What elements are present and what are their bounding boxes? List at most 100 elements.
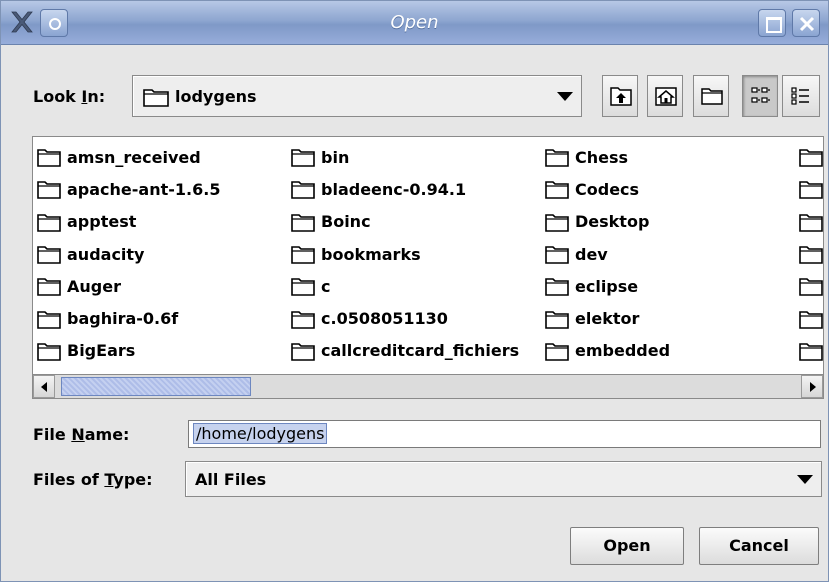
- look-in-value: lodygens: [175, 87, 257, 106]
- folder-icon: [37, 147, 61, 167]
- folder-icon: [545, 179, 569, 200]
- folder-icon: [37, 276, 61, 297]
- folder-icon: [291, 276, 315, 297]
- folder-item-label: BigEars: [67, 341, 136, 361]
- folder-icon: [37, 309, 61, 329]
- folder-item[interactable]: bladeenc-0.94.1: [287, 173, 545, 205]
- folder-item[interactable]: [795, 335, 823, 367]
- folder-icon: [799, 244, 823, 264]
- look-in-label-suffix: n:: [87, 87, 106, 106]
- folder-icon: [545, 341, 569, 361]
- folder-item[interactable]: bin: [287, 141, 545, 173]
- close-button[interactable]: [792, 9, 820, 37]
- list-view-button[interactable]: [742, 75, 778, 117]
- chevron-down-icon: [797, 475, 813, 484]
- cancel-button[interactable]: Cancel: [699, 527, 819, 565]
- details-view-button[interactable]: [782, 75, 820, 117]
- folder-icon: [799, 212, 823, 232]
- folder-item-label: Codecs: [575, 179, 640, 199]
- file-type-label: Files of Type:: [33, 470, 153, 489]
- folder-item[interactable]: Desktop: [541, 206, 796, 238]
- folder-icon: [545, 147, 569, 167]
- maximize-button[interactable]: [758, 9, 786, 37]
- folder-item[interactable]: [795, 173, 823, 205]
- folder-icon: [545, 276, 569, 297]
- home-button[interactable]: [647, 75, 683, 117]
- folder-item-label: audacity: [67, 244, 145, 264]
- folder-icon: [799, 276, 823, 297]
- folder-icon: [291, 179, 315, 200]
- file-name-input[interactable]: /home/lodygens: [188, 420, 821, 448]
- folder-item[interactable]: bookmarks: [287, 238, 545, 270]
- folder-icon: [545, 309, 569, 329]
- folder-item[interactable]: apache-ant-1.6.5: [33, 173, 288, 205]
- folder-icon: [37, 244, 61, 264]
- folder-item-label: eclipse: [575, 276, 639, 296]
- folder-item-label: amsn_received: [67, 147, 201, 167]
- folder-item[interactable]: BigEars: [33, 335, 288, 367]
- folder-icon: [291, 341, 315, 361]
- folder-item[interactable]: Boinc: [287, 206, 545, 238]
- file-name-label-prefix: File: [33, 425, 72, 444]
- folder-item[interactable]: Chess: [541, 141, 796, 173]
- new-folder-button[interactable]: [693, 75, 729, 117]
- file-type-label-suffix: ype:: [113, 470, 153, 489]
- title-bar[interactable]: Open: [1, 1, 828, 45]
- folder-item[interactable]: [795, 302, 823, 334]
- folder-item[interactable]: c: [287, 270, 545, 302]
- folder-item-label: embedded: [575, 341, 671, 361]
- folder-item[interactable]: apptest: [33, 206, 288, 238]
- folder-item-label: elektor: [575, 309, 640, 329]
- file-list-column: amsn_received apache-ant-1.6.5 apptest auda…: [33, 141, 288, 367]
- folder-item-label: baghira-0.6f: [67, 309, 179, 329]
- folder-item[interactable]: embedded: [541, 335, 796, 367]
- scroll-left-button[interactable]: [33, 375, 55, 398]
- folder-item[interactable]: [795, 141, 823, 173]
- scroll-right-button[interactable]: [801, 375, 823, 398]
- file-name-value: /home/lodygens: [193, 423, 328, 444]
- folder-icon: [37, 341, 61, 361]
- file-list-column: Chess Codecs Desktop dev eclipse elektor embed…: [541, 141, 796, 367]
- up-one-level-button[interactable]: [602, 75, 638, 117]
- folder-item[interactable]: Codecs: [541, 173, 796, 205]
- file-list-column-partial: [795, 141, 823, 367]
- open-button[interactable]: Open: [570, 527, 684, 565]
- folder-item[interactable]: [795, 238, 823, 270]
- folder-item[interactable]: eclipse: [541, 270, 796, 302]
- horizontal-scrollbar[interactable]: [32, 374, 824, 399]
- folder-item-label: Boinc: [321, 212, 371, 232]
- file-list-column: bin bladeenc-0.94.1 Boinc bookmarks c c.05080…: [287, 141, 545, 367]
- look-in-label-prefix: Look: [33, 87, 82, 106]
- folder-item[interactable]: audacity: [33, 238, 288, 270]
- folder-item-label: c: [321, 276, 331, 296]
- folder-item-label: Desktop: [575, 212, 650, 232]
- folder-item[interactable]: [795, 206, 823, 238]
- open-dialog: Open Look In: lodygens amsn_received apa…: [0, 0, 829, 582]
- folder-item[interactable]: [795, 270, 823, 302]
- file-name-label: File Name:: [33, 425, 129, 444]
- file-type-value: All Files: [195, 470, 267, 489]
- file-type-combobox[interactable]: All Files: [185, 461, 822, 497]
- folder-item[interactable]: dev: [541, 238, 796, 270]
- folder-item[interactable]: c.0508051130: [287, 302, 545, 334]
- folder-item[interactable]: callcreditcard_fichiers: [287, 335, 545, 367]
- folder-item-label: dev: [575, 244, 608, 264]
- folder-icon: [37, 212, 61, 232]
- folder-icon: [799, 341, 823, 361]
- folder-item[interactable]: baghira-0.6f: [33, 302, 288, 334]
- folder-item[interactable]: Auger: [33, 270, 288, 302]
- folder-icon: [799, 179, 823, 200]
- folder-item-label: bladeenc-0.94.1: [321, 179, 467, 199]
- look-in-combobox[interactable]: lodygens: [132, 75, 582, 117]
- folder-icon: [291, 147, 315, 167]
- folder-item[interactable]: amsn_received: [33, 141, 288, 173]
- file-list[interactable]: amsn_received apache-ant-1.6.5 apptest auda…: [32, 136, 824, 399]
- folder-icon: [545, 212, 569, 232]
- folder-item[interactable]: elektor: [541, 302, 796, 334]
- folder-icon: [799, 309, 823, 329]
- folder-item-label: c.0508051130: [321, 309, 448, 329]
- scrollbar-thumb[interactable]: [61, 377, 251, 396]
- folder-icon: [143, 87, 169, 111]
- folder-icon: [545, 244, 569, 264]
- file-type-label-prefix: Files of: [33, 470, 105, 489]
